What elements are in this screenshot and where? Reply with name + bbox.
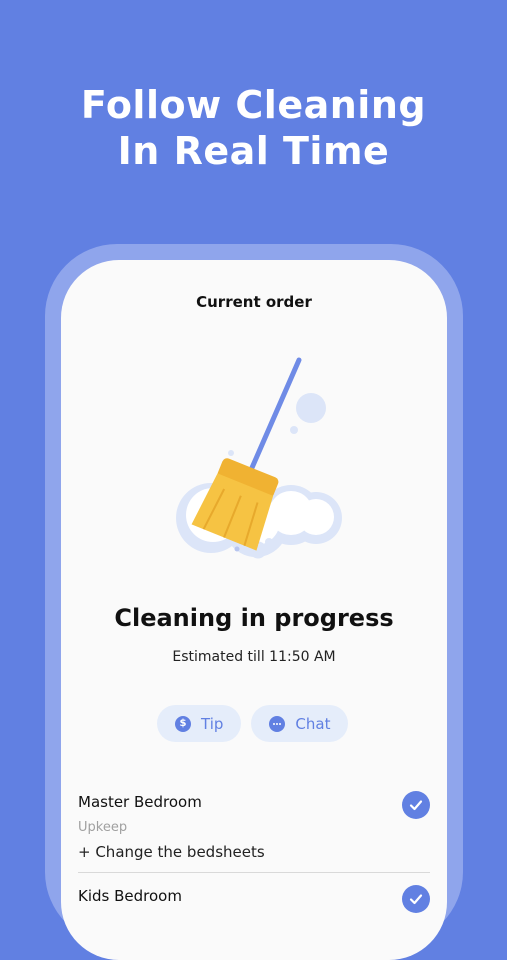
room-item-master-bedroom[interactable]: Master Bedroom Upkeep + Change the bedsh…	[78, 791, 430, 861]
room-item-kids-bedroom[interactable]: Kids Bedroom	[78, 885, 430, 913]
phone-screen: Current order Cleaning in progress Estim…	[61, 260, 447, 960]
chat-button[interactable]: Chat	[251, 705, 349, 742]
broom-cleaning-illustration	[176, 357, 342, 559]
headline-line-2: In Real Time	[117, 129, 390, 173]
headline-line-1: Follow Cleaning	[80, 83, 427, 127]
dollar-icon: $	[175, 715, 191, 732]
check-icon[interactable]	[402, 885, 430, 913]
chat-bubble-icon	[269, 715, 286, 732]
tip-label: Tip	[201, 714, 224, 733]
room-name: Master Bedroom	[78, 793, 202, 811]
action-buttons: $ Tip Chat	[157, 705, 349, 742]
room-name: Kids Bedroom	[78, 887, 182, 905]
chat-label: Chat	[295, 714, 331, 733]
screen-title: Current order	[196, 293, 312, 311]
divider	[78, 872, 430, 873]
tip-button[interactable]: $ Tip	[157, 705, 242, 742]
headline: Follow Cleaning In Real Time	[0, 82, 507, 174]
status-title: Cleaning in progress	[114, 604, 394, 632]
check-icon[interactable]	[402, 791, 430, 819]
estimated-time: Estimated till 11:50 AM	[172, 649, 336, 665]
room-task: + Change the bedsheets	[78, 843, 265, 861]
room-type: Upkeep	[78, 820, 128, 835]
